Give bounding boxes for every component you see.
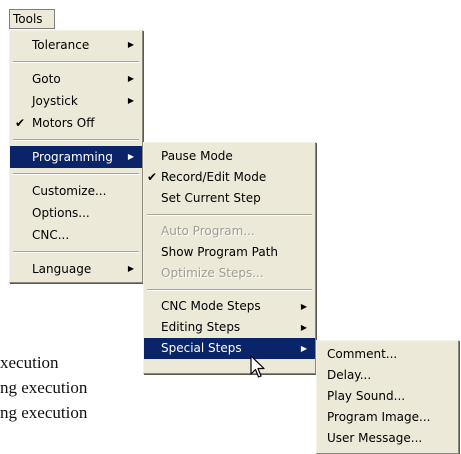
menu-item-label: Comment... <box>327 347 398 361</box>
menu-item-label: Pause Mode <box>161 149 233 163</box>
background-text-line-2: ng execution <box>0 378 88 397</box>
submenu-arrow-icon: ▶ <box>127 152 134 161</box>
menu-item-label: Program Image... <box>327 410 431 424</box>
menu-item-label: Language <box>32 262 92 276</box>
programming-submenu: Pause Mode ✔ Record/Edit Mode Set Curren… <box>143 142 316 374</box>
menu-item-label: Special Steps <box>161 341 242 355</box>
submenu-arrow-icon: ▶ <box>300 323 307 332</box>
submenu-arrow-icon: ▶ <box>127 264 134 273</box>
menu-item-play-sound[interactable]: Play Sound... <box>317 386 458 407</box>
menu-item-label: Options... <box>32 206 90 220</box>
menu-item-label: Show Program Path <box>161 245 278 259</box>
menu-item-label: Delay... <box>327 368 372 382</box>
mouse-pointer-icon <box>250 355 265 378</box>
menu-separator <box>13 251 139 253</box>
background-text-line-3: ng execution <box>0 403 88 422</box>
menu-item-goto[interactable]: Goto ▶ <box>10 68 142 90</box>
submenu-arrow-icon: ▶ <box>300 344 307 353</box>
checkmark-icon: ✔ <box>147 170 158 184</box>
submenu-arrow-icon: ▶ <box>127 40 134 49</box>
menu-item-program-image[interactable]: Program Image... <box>317 407 458 428</box>
special-steps-submenu: Comment... Delay... Play Sound... Progra… <box>316 340 459 454</box>
menu-item-motors-off[interactable]: ✔ Motors Off <box>10 112 142 134</box>
menu-item-label: Auto Program... <box>161 224 255 238</box>
submenu-arrow-icon: ▶ <box>127 96 134 105</box>
menu-item-label: Customize... <box>32 184 107 198</box>
menu-item-label: CNC... <box>32 228 70 242</box>
menu-item-label: Optimize Steps... <box>161 266 264 280</box>
submenu-arrow-icon: ▶ <box>300 302 307 311</box>
tools-menubar-item[interactable]: Tools <box>9 9 55 29</box>
menu-item-label: Joystick <box>32 94 78 108</box>
tools-menu: Tolerance ▶ Goto ▶ Joystick ▶ ✔ Motors O… <box>9 30 143 283</box>
menu-item-joystick[interactable]: Joystick ▶ <box>10 90 142 112</box>
menu-item-language[interactable]: Language ▶ <box>10 258 142 280</box>
background-text-line-1: xecution <box>0 353 59 372</box>
menu-item-options[interactable]: Options... <box>10 202 142 224</box>
menu-separator <box>147 214 312 216</box>
menu-separator <box>13 139 139 141</box>
menu-item-label: Record/Edit Mode <box>161 170 267 184</box>
menu-item-comment[interactable]: Comment... <box>317 344 458 365</box>
menu-item-special-steps[interactable]: Special Steps ▶ <box>144 338 315 359</box>
menu-item-tolerance[interactable]: Tolerance ▶ <box>10 34 142 56</box>
menu-separator <box>13 61 139 63</box>
menu-item-optimize-steps: Optimize Steps... <box>144 263 315 284</box>
menu-separator <box>147 289 312 291</box>
menu-item-delay[interactable]: Delay... <box>317 365 458 386</box>
submenu-arrow-icon: ▶ <box>127 74 134 83</box>
menu-item-set-current-step[interactable]: Set Current Step <box>144 188 315 209</box>
menu-item-label: Programming <box>32 150 113 164</box>
menu-item-programming[interactable]: Programming ▶ <box>10 146 142 168</box>
menu-item-pause-mode[interactable]: Pause Mode <box>144 146 315 167</box>
menu-item-editing-steps[interactable]: Editing Steps ▶ <box>144 317 315 338</box>
menu-item-auto-program: Auto Program... <box>144 221 315 242</box>
checkmark-icon: ✔ <box>15 116 26 130</box>
menu-separator <box>13 173 139 175</box>
menu-item-cnc[interactable]: CNC... <box>10 224 142 246</box>
menu-item-record-edit-mode[interactable]: ✔ Record/Edit Mode <box>144 167 315 188</box>
menu-item-label: Tolerance <box>32 38 90 52</box>
menu-item-label: Goto <box>32 72 61 86</box>
menu-item-show-program-path[interactable]: Show Program Path <box>144 242 315 263</box>
menu-item-label: Editing Steps <box>161 320 241 334</box>
menu-item-customize[interactable]: Customize... <box>10 180 142 202</box>
menu-item-label: User Message... <box>327 431 423 445</box>
menu-item-label: Motors Off <box>32 116 95 130</box>
menu-item-label: Set Current Step <box>161 191 261 205</box>
menu-item-cnc-mode-steps[interactable]: CNC Mode Steps ▶ <box>144 296 315 317</box>
menu-item-label: Play Sound... <box>327 389 406 403</box>
menu-item-label: CNC Mode Steps <box>161 299 261 313</box>
menu-item-user-message[interactable]: User Message... <box>317 428 458 449</box>
